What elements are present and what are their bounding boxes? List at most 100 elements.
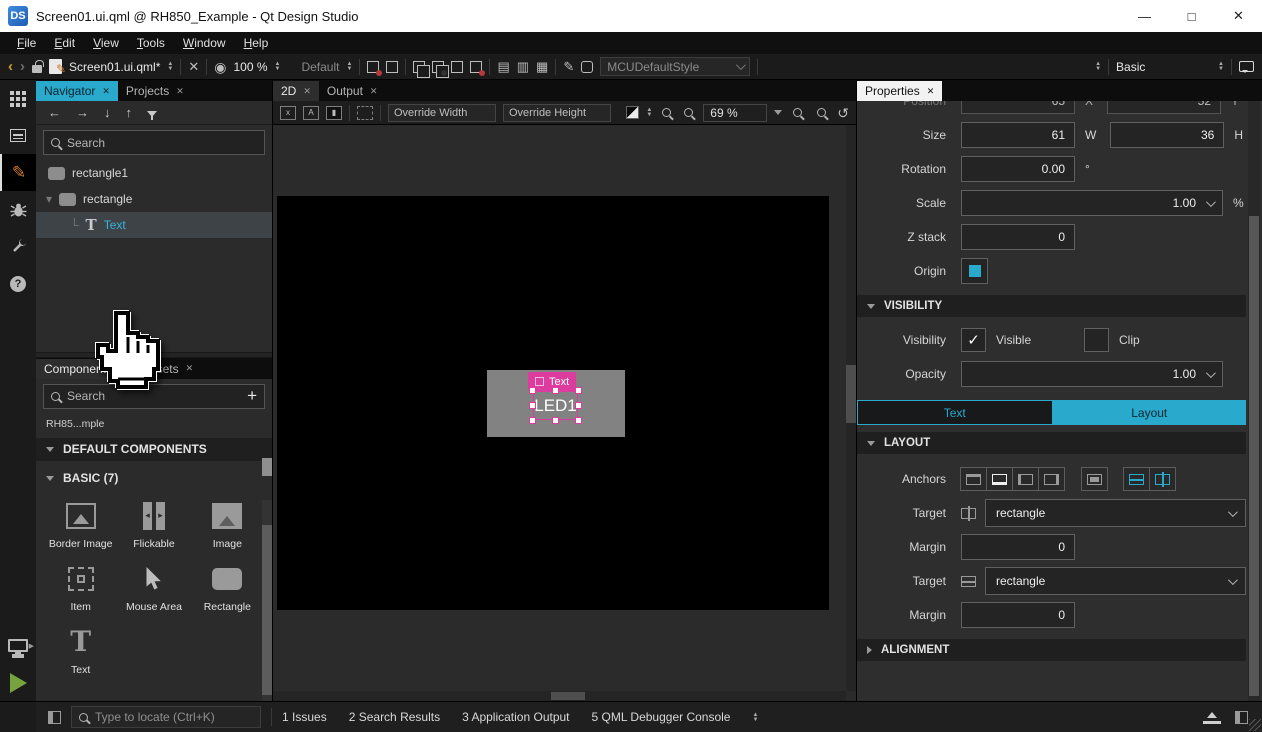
expander-icon[interactable]: ▾ [46,192,52,206]
zoom-spinner-icon[interactable]: ▲▼ [275,62,281,71]
zoom-selection-icon[interactable] [793,108,802,117]
locator-input[interactable] [95,710,253,724]
close-document-icon[interactable]: ✕ [188,60,199,73]
anchor-horizontal-center-button[interactable] [1149,467,1176,491]
menu-view[interactable]: View [84,33,128,53]
menu-edit[interactable]: Edit [45,33,84,53]
target-spinner-icon[interactable]: ▲▼ [346,62,352,71]
tab-close-icon[interactable]: ✕ [176,86,184,97]
document-spinner-icon[interactable]: ▲▼ [167,62,173,71]
tree-item-rectangle[interactable]: ▾ rectangle [36,186,272,212]
workspace-spinner-icon[interactable]: ▲▼ [1095,62,1101,71]
output-pane-search-results[interactable]: 2 Search Results [349,710,440,724]
canvas-area[interactable]: Text LED1 [273,125,856,701]
component-mouse-area[interactable]: Mouse Area [117,563,190,613]
tab-navigator[interactable]: Navigator ✕ [36,81,118,101]
sidebar-toggle-icon[interactable] [48,711,61,724]
component-item[interactable]: Item [44,563,117,613]
tab-close-icon[interactable]: ✕ [370,86,378,97]
minimize-button[interactable]: — [1121,0,1168,32]
maximize-button[interactable]: □ [1168,0,1215,32]
show-bounds-icon[interactable]: x [280,106,296,120]
subtab-text[interactable]: Text [857,400,1053,425]
paste-style-icon[interactable] [432,61,444,73]
rounded-rect-icon[interactable] [581,61,593,73]
position-y-field[interactable]: 52 [1107,101,1221,114]
zoom-level[interactable]: 100 % [233,60,267,74]
import-icon[interactable] [386,61,398,73]
zoom-in-icon[interactable] [662,108,671,117]
clip-area-icon[interactable] [357,106,373,120]
zoom-dropdown-icon[interactable] [774,110,782,115]
tab-output[interactable]: Output ✕ [319,81,386,101]
target-selector[interactable]: Default [301,60,339,74]
move-right-icon[interactable]: → [76,105,89,120]
navigator-search-input[interactable] [67,136,257,150]
opacity-field[interactable]: 1.00 [961,361,1223,387]
background-color-icon[interactable] [626,106,639,119]
forward-icon[interactable]: › [20,59,25,74]
resize-handle[interactable] [529,387,536,394]
subtab-layout[interactable]: Layout [1053,400,1247,425]
annotation-icon[interactable]: ✎ [563,60,574,73]
resize-handle[interactable] [575,417,582,424]
component-flickable[interactable]: ◂▸ Flickable [117,500,190,550]
resize-handle[interactable] [529,402,536,409]
resize-handle[interactable] [529,417,536,424]
resize-handle[interactable] [552,417,559,424]
tab-close-icon[interactable]: ✕ [303,86,311,97]
menu-help[interactable]: Help [235,33,278,53]
clip-checkbox[interactable] [1084,328,1109,352]
zstack-field[interactable]: 0 [961,224,1075,250]
component-border-image[interactable]: Border Image [44,500,117,550]
move-up-icon[interactable]: ↑ [126,105,133,120]
tab-2d[interactable]: 2D ✕ [273,81,319,101]
target2-combobox[interactable]: rectangle [985,567,1246,595]
tab-projects[interactable]: Projects ✕ [118,81,192,101]
feedback-icon[interactable] [1239,61,1254,72]
unlock-icon[interactable] [32,65,42,73]
section-alignment[interactable]: ALIGNMENT [857,639,1246,661]
scale-field[interactable]: 1.00 [961,190,1223,216]
anchor-fill-button[interactable] [1081,467,1108,491]
canvas-hscrollbar[interactable] [273,691,846,701]
tab-close-icon[interactable]: ✕ [102,86,110,97]
navigator-scrollbar[interactable] [262,390,272,480]
back-icon[interactable]: ‹ [8,59,13,74]
grid-icon[interactable]: ▦ [536,60,548,73]
menu-tools[interactable]: Tools [128,33,174,53]
outline-sync-icon[interactable] [470,61,482,73]
kit-spinner-icon[interactable]: ▲▼ [1218,62,1224,71]
margin1-field[interactable]: 0 [961,534,1075,560]
background-spinner-icon[interactable]: ▲▼ [646,108,652,117]
anchor-left-button[interactable] [1012,467,1039,491]
output-pane-application-output[interactable]: 3 Application Output [462,710,569,724]
close-button[interactable]: ✕ [1215,0,1262,32]
move-left-icon[interactable]: ← [48,105,61,120]
reset-view-icon[interactable]: ↺ [837,106,849,120]
show-anchors-icon[interactable]: A [303,106,319,120]
kit-selector[interactable]: Basic [1116,60,1211,74]
rows-icon[interactable]: ▤ [497,60,509,73]
mode-edit[interactable] [0,117,36,154]
component-image[interactable]: Image [191,500,264,550]
mcu-screen[interactable]: Text LED1 [277,196,829,610]
resize-grip[interactable] [1249,719,1261,731]
anchor-top-button[interactable] [960,467,987,491]
outline-icon[interactable] [451,61,463,73]
margin2-field[interactable]: 0 [961,602,1075,628]
export-icon[interactable] [367,61,379,73]
move-down-icon[interactable]: ↓ [104,105,111,120]
target1-combobox[interactable]: rectangle [985,499,1246,527]
component-rectangle[interactable]: Rectangle [191,563,264,613]
kit-run-selector[interactable]: ▶ [0,627,36,664]
tab-close-icon[interactable]: ✕ [927,86,935,97]
mode-debug[interactable] [0,191,36,228]
tab-close-icon[interactable]: ✕ [186,363,194,374]
mode-tools[interactable] [0,228,36,265]
output-pane-spinner-icon[interactable]: ▲▼ [752,713,758,722]
zoom-fit-icon[interactable] [817,108,826,117]
override-height-input[interactable] [503,104,611,122]
origin-button[interactable] [961,258,988,284]
locator[interactable] [71,706,261,728]
